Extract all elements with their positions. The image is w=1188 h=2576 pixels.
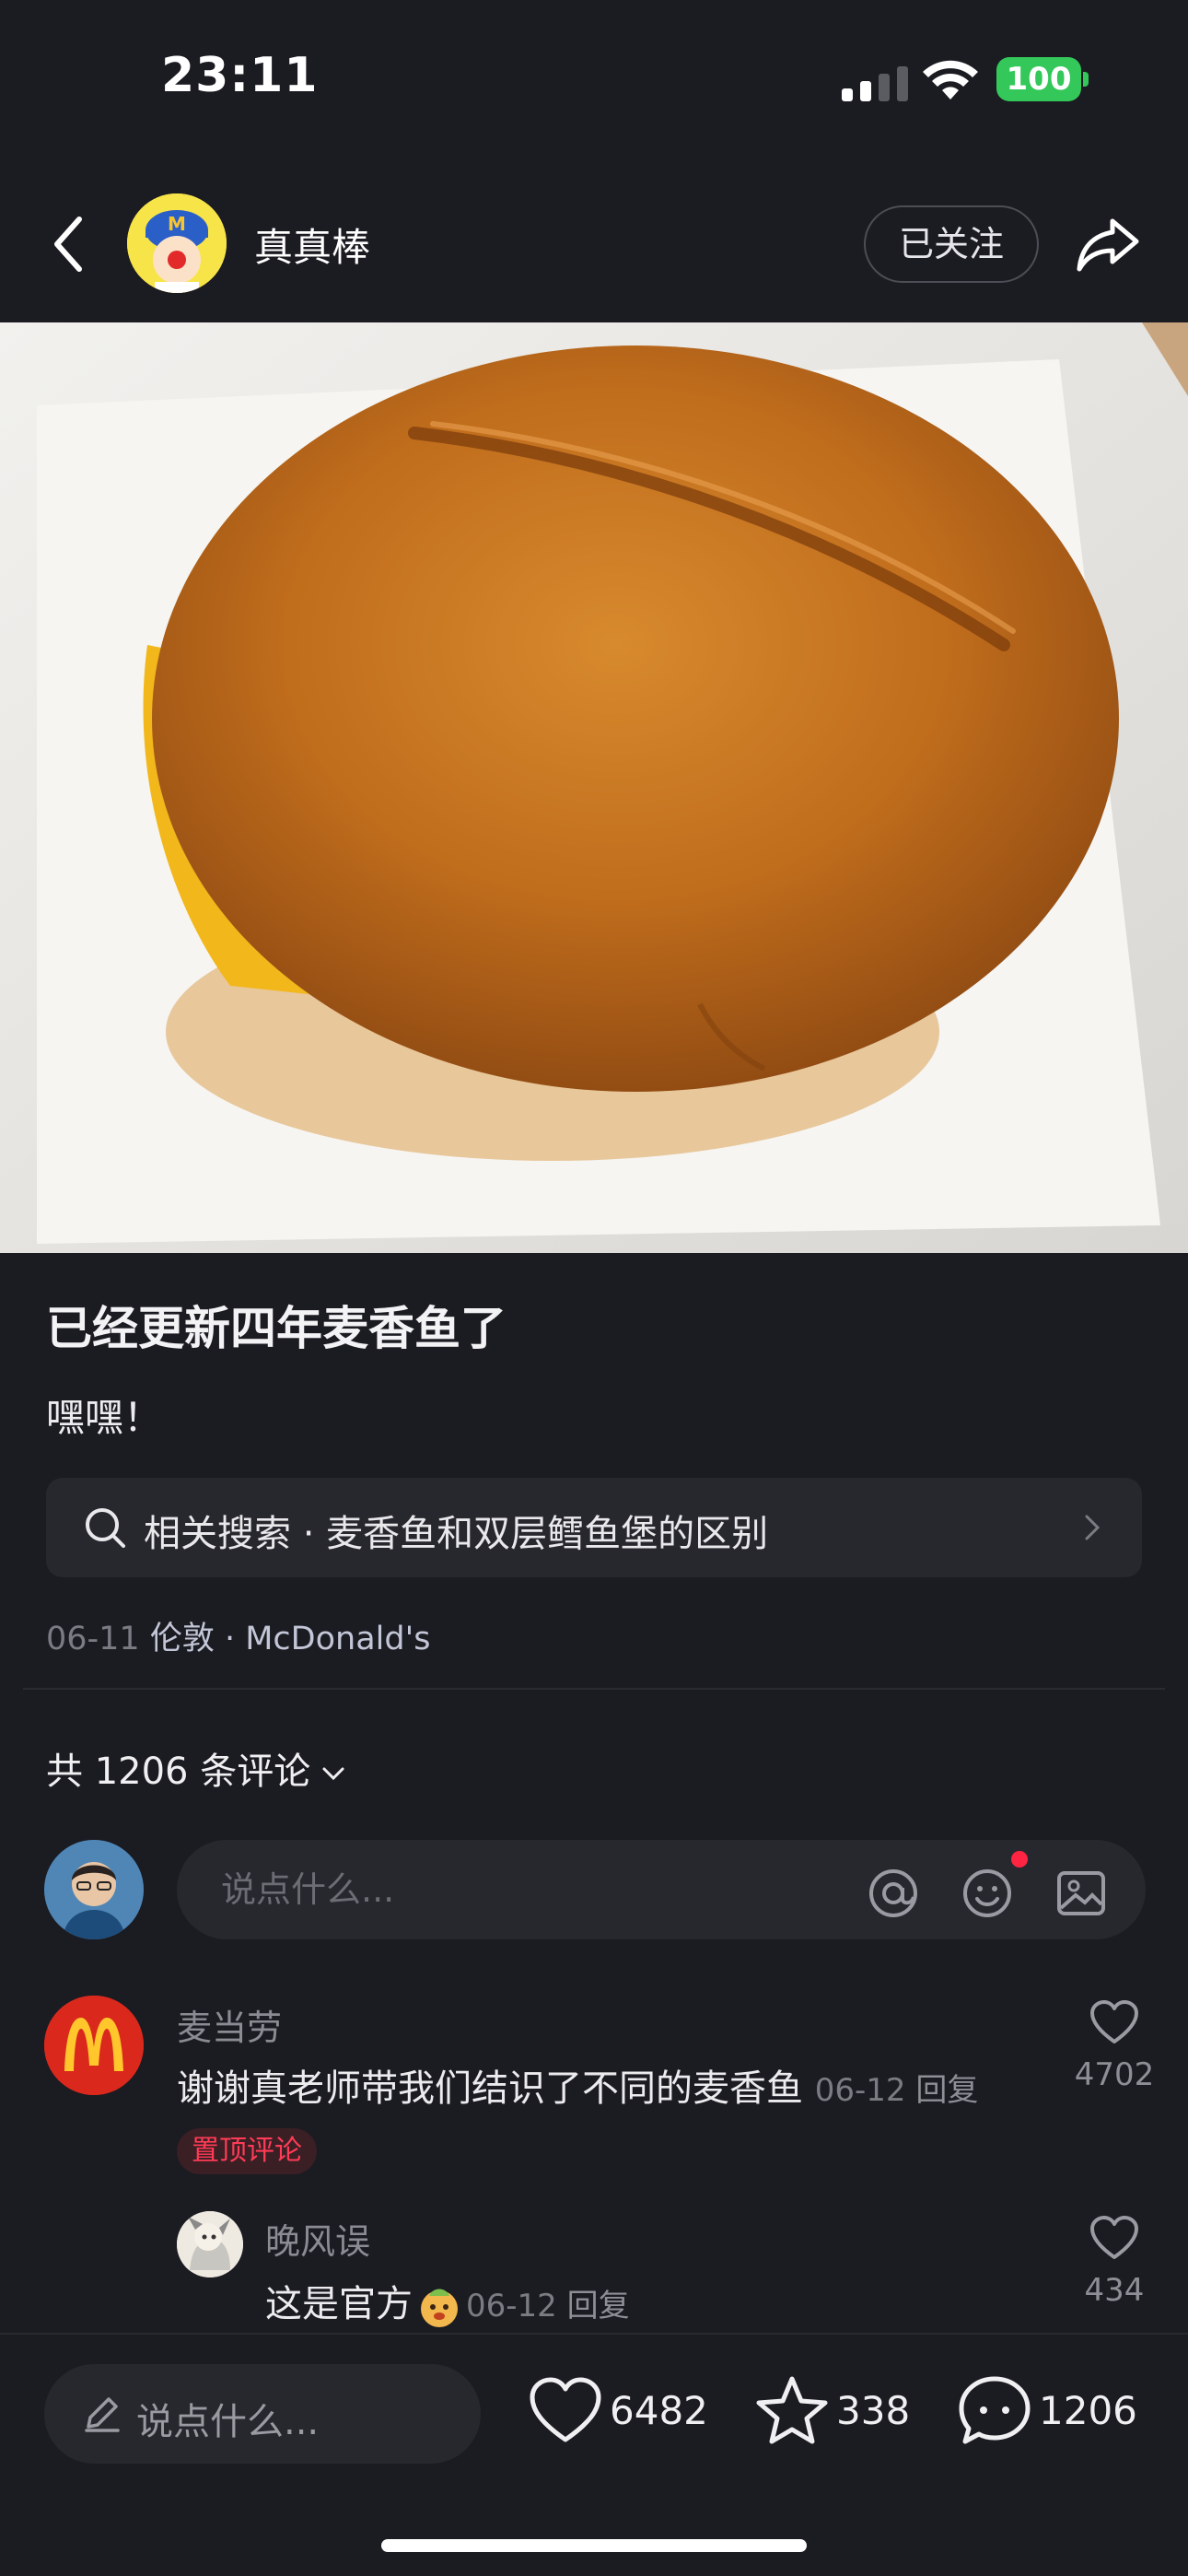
post-date: 06-11 (46, 1621, 140, 1657)
mention-icon[interactable] (868, 1868, 919, 1919)
comment-input-bar[interactable] (177, 1840, 1146, 1939)
reply-button[interactable]: 回复 (915, 2072, 978, 2109)
back-arrow-icon[interactable] (46, 212, 92, 276)
post-location[interactable]: 伦敦 · McDonald's (150, 1621, 431, 1657)
comment-meta: 06-12 回复 (466, 2288, 630, 2324)
post-photo[interactable] (0, 322, 1188, 1253)
comment-count-dropdown[interactable]: 共 1206 条评论 (46, 1741, 345, 1795)
comment-count: 1206 (1039, 2387, 1137, 2433)
heart-icon (1090, 2216, 1138, 2259)
comment-count-label: 共 1206 条评论 (46, 1751, 311, 1793)
commenter-avatar-mcdonalds[interactable] (44, 1996, 144, 2095)
author-avatar[interactable]: M (127, 193, 227, 293)
chevron-right-icon (1085, 1515, 1101, 1540)
wifi-icon (923, 60, 978, 100)
divider (23, 1688, 1165, 1690)
author-name[interactable]: 真真棒 (254, 217, 370, 273)
cellular-signal-icon (842, 64, 908, 101)
comment-like-count: 434 (1084, 2272, 1145, 2309)
notification-dot (1011, 1851, 1028, 1868)
post-title: 已经更新四年麦香鱼了 (46, 1302, 507, 1355)
commenter-avatar-wanfengwu[interactable] (177, 2211, 243, 2277)
reply-button[interactable]: 回复 (567, 2288, 630, 2324)
status-bar: 23:11 100 (0, 0, 1188, 166)
svg-text:M: M (168, 213, 186, 235)
comment-meta: 06-12 回复 (815, 2072, 979, 2109)
post-header: M 真真棒 已关注 (0, 166, 1188, 322)
post-meta: 06-11 伦敦 · McDonald's (46, 1612, 430, 1659)
battery-cap (1083, 72, 1089, 87)
bottom-comment-input[interactable]: 说点什么... (44, 2364, 481, 2464)
my-avatar[interactable] (44, 1840, 144, 1939)
battery-icon: 100 (996, 57, 1081, 101)
sticker-emoji-icon (421, 2289, 458, 2327)
comment-like-button[interactable]: 434 (1068, 2215, 1160, 2309)
image-icon[interactable] (1055, 1868, 1107, 1919)
related-search-text: 相关搜索 · 麦香鱼和双层鳕鱼堡的区别 (144, 1513, 769, 1555)
comment-body: 这是官方 (265, 2283, 413, 2325)
emoji-icon[interactable] (961, 1868, 1013, 1919)
pinned-comment-badge: 置顶评论 (177, 2128, 317, 2174)
comment-input[interactable] (221, 1840, 866, 1939)
home-indicator[interactable] (381, 2539, 807, 2552)
collect-button[interactable]: 338 (755, 2373, 910, 2447)
heart-icon (530, 2377, 601, 2442)
comment-text: 这是官方 06-12 回复 (265, 2274, 630, 2329)
follow-button[interactable]: 已关注 (864, 205, 1039, 283)
like-count: 6482 (610, 2387, 708, 2433)
share-icon[interactable] (1074, 210, 1142, 278)
search-icon (86, 1508, 125, 1548)
comment-bubble-icon (959, 2376, 1031, 2444)
comment-body: 谢谢真老师带我们结识了不同的麦香鱼 (177, 2067, 803, 2110)
like-button[interactable]: 6482 (529, 2373, 708, 2447)
comment-date: 06-12 (814, 2072, 906, 2109)
collect-count: 338 (836, 2387, 911, 2433)
status-time: 23:11 (161, 48, 319, 103)
related-search-bar[interactable]: 相关搜索 · 麦香鱼和双层鳕鱼堡的区别 (46, 1478, 1142, 1577)
comment-button[interactable]: 1206 (958, 2373, 1137, 2447)
bottom-input-placeholder: 说点什么... (136, 2401, 320, 2443)
comment-like-button[interactable]: 4702 (1068, 1999, 1160, 2093)
chevron-down-icon (322, 1767, 344, 1781)
star-icon (756, 2376, 828, 2444)
post-body: 嘿嘿！ (46, 1395, 163, 1440)
comment-text: 谢谢真老师带我们结识了不同的麦香鱼 06-12 回复 (177, 2058, 978, 2112)
heart-icon (1090, 2000, 1138, 2043)
comment-date: 06-12 (466, 2288, 557, 2324)
comment-author[interactable]: 麦当劳 (177, 1999, 282, 2050)
pencil-icon (85, 2397, 120, 2432)
comment-like-count: 4702 (1074, 2056, 1155, 2093)
comment-author[interactable]: 晚风误 (265, 2213, 370, 2264)
